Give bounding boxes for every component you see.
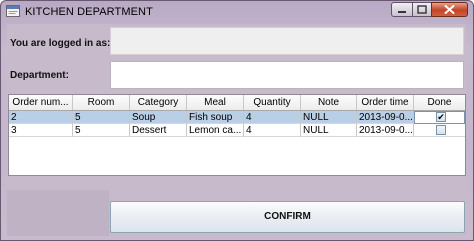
done-checkbox[interactable] <box>436 125 446 135</box>
cell-order-num: 2 <box>9 111 73 124</box>
column-header-category[interactable]: Category <box>130 95 187 110</box>
column-header-done[interactable]: Done <box>414 95 465 110</box>
cell-done <box>414 124 465 137</box>
cell-meal: Lemon ca... <box>187 124 244 137</box>
left-lower-panel <box>7 190 109 236</box>
column-header-note[interactable]: Note <box>301 95 357 110</box>
cell-category: Dessert <box>130 124 187 137</box>
cell-room: 5 <box>73 111 130 124</box>
cell-order-time: 2013-09-0... <box>357 111 414 124</box>
column-header-room[interactable]: Room <box>73 95 130 110</box>
logged-in-label: You are logged in as: <box>10 38 111 49</box>
cell-category: Soup <box>130 111 187 124</box>
cell-room: 5 <box>73 124 130 137</box>
logged-in-field[interactable] <box>110 27 464 55</box>
cell-meal: Fish soup <box>187 111 244 124</box>
done-checkbox[interactable]: ✔ <box>436 112 446 122</box>
maximize-button[interactable] <box>412 2 432 17</box>
department-label: Department: <box>10 70 69 81</box>
cell-order-num: 3 <box>9 124 73 137</box>
cell-quantity: 4 <box>244 124 301 137</box>
column-header-quantity[interactable]: Quantity <box>244 95 301 110</box>
cell-note: NULL <box>301 124 357 137</box>
title-bar[interactable]: KITCHEN DEPARTMENT <box>1 1 473 23</box>
maximize-icon <box>417 5 427 14</box>
app-window: KITCHEN DEPARTMENT You are logged in as:… <box>0 0 474 241</box>
column-header-order-num[interactable]: Order num... <box>9 95 73 110</box>
cell-order-time: 2013-09-0... <box>357 124 414 137</box>
cell-quantity: 4 <box>244 111 301 124</box>
minimize-button[interactable] <box>391 2 413 17</box>
confirm-button[interactable]: CONFIRM <box>110 201 465 233</box>
cell-note: NULL <box>301 111 357 124</box>
window-title: KITCHEN DEPARTMENT <box>25 6 153 18</box>
column-header-order-time[interactable]: Order time <box>357 95 414 110</box>
minimize-icon <box>398 11 406 13</box>
orders-table[interactable]: Order num... Room Category Meal Quantity… <box>8 94 466 176</box>
table-row[interactable]: 2 5 Soup Fish soup 4 NULL 2013-09-0... ✔ <box>9 111 465 124</box>
column-header-meal[interactable]: Meal <box>187 95 244 110</box>
department-field[interactable] <box>110 61 464 89</box>
close-button[interactable] <box>431 2 468 17</box>
java-app-icon <box>6 5 20 17</box>
table-row[interactable]: 3 5 Dessert Lemon ca... 4 NULL 2013-09-0… <box>9 124 465 137</box>
close-icon <box>444 5 455 14</box>
cell-done: ✔ <box>414 111 465 124</box>
content-panel: You are logged in as: Department: Order … <box>7 24 466 236</box>
table-header: Order num... Room Category Meal Quantity… <box>9 95 465 111</box>
